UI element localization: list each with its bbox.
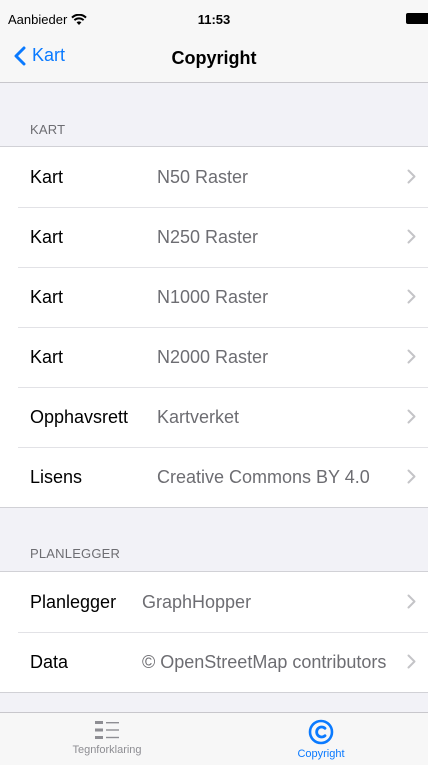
list-item-lisens[interactable]: Lisens Creative Commons BY 4.0 bbox=[0, 447, 428, 507]
chevron-right-icon bbox=[407, 594, 416, 609]
row-key: Kart bbox=[30, 286, 64, 307]
tab-label: Tegnforklaring bbox=[72, 744, 142, 756]
row-key: Kart bbox=[30, 346, 64, 367]
list-item-n50[interactable]: Kart N50 Raster bbox=[0, 147, 428, 207]
chevron-right-icon bbox=[407, 469, 416, 484]
list-item-n2000[interactable]: Kart N2000 Raster bbox=[0, 327, 428, 387]
chevron-right-icon bbox=[407, 654, 416, 669]
battery-icon bbox=[406, 13, 428, 24]
copyright-icon bbox=[308, 719, 334, 745]
row-value: Kartverket bbox=[157, 406, 240, 427]
list-item-opphavsrett[interactable]: Opphavsrett Kartverket bbox=[0, 387, 428, 447]
row-key: Kart bbox=[30, 226, 64, 247]
row-key: Kart bbox=[30, 166, 64, 187]
list-item-data[interactable]: Data © OpenStreetMap contributors bbox=[0, 632, 428, 692]
tab-bar: Tegnforklaring Copyright bbox=[0, 712, 428, 765]
kart-group: Kart N50 Raster Kart N250 Raster Kart N1… bbox=[0, 146, 428, 508]
list-item-planlegger[interactable]: Planlegger GraphHopper bbox=[0, 572, 428, 632]
section-header-planlegger: PLANLEGGER bbox=[30, 546, 121, 561]
row-value: GraphHopper bbox=[142, 591, 252, 612]
row-key: Data bbox=[30, 651, 69, 672]
chevron-right-icon bbox=[407, 349, 416, 364]
page-title: Copyright bbox=[171, 48, 257, 68]
row-key: Opphavsrett bbox=[30, 406, 129, 427]
section-header-kart: KART bbox=[30, 122, 66, 137]
tab-tegnforklaring[interactable]: Tegnforklaring bbox=[0, 719, 214, 756]
row-value: N2000 Raster bbox=[157, 346, 269, 367]
tab-label: Copyright bbox=[297, 748, 345, 760]
planlegger-group: Planlegger GraphHopper Data © OpenStreet… bbox=[0, 571, 428, 693]
chevron-right-icon bbox=[407, 229, 416, 244]
status-bar: Aanbieder 11:53 bbox=[0, 0, 428, 36]
row-value: N250 Raster bbox=[157, 226, 259, 247]
chevron-right-icon bbox=[407, 409, 416, 424]
row-key: Planlegger bbox=[30, 591, 117, 612]
row-value: © OpenStreetMap contributors bbox=[142, 651, 387, 672]
row-value: N50 Raster bbox=[157, 166, 249, 187]
list-icon bbox=[95, 721, 119, 739]
chevron-right-icon bbox=[407, 289, 416, 304]
row-value: N1000 Raster bbox=[157, 286, 269, 307]
navigation-bar: Kart Copyright bbox=[0, 36, 428, 83]
list-item-n1000[interactable]: Kart N1000 Raster bbox=[0, 267, 428, 327]
row-key: Lisens bbox=[30, 466, 83, 487]
status-time: 11:53 bbox=[197, 12, 231, 27]
tab-copyright[interactable]: Copyright bbox=[214, 719, 428, 760]
row-value: Creative Commons BY 4.0 bbox=[157, 466, 370, 487]
chevron-right-icon bbox=[407, 169, 416, 184]
list-item-n250[interactable]: Kart N250 Raster bbox=[0, 207, 428, 267]
